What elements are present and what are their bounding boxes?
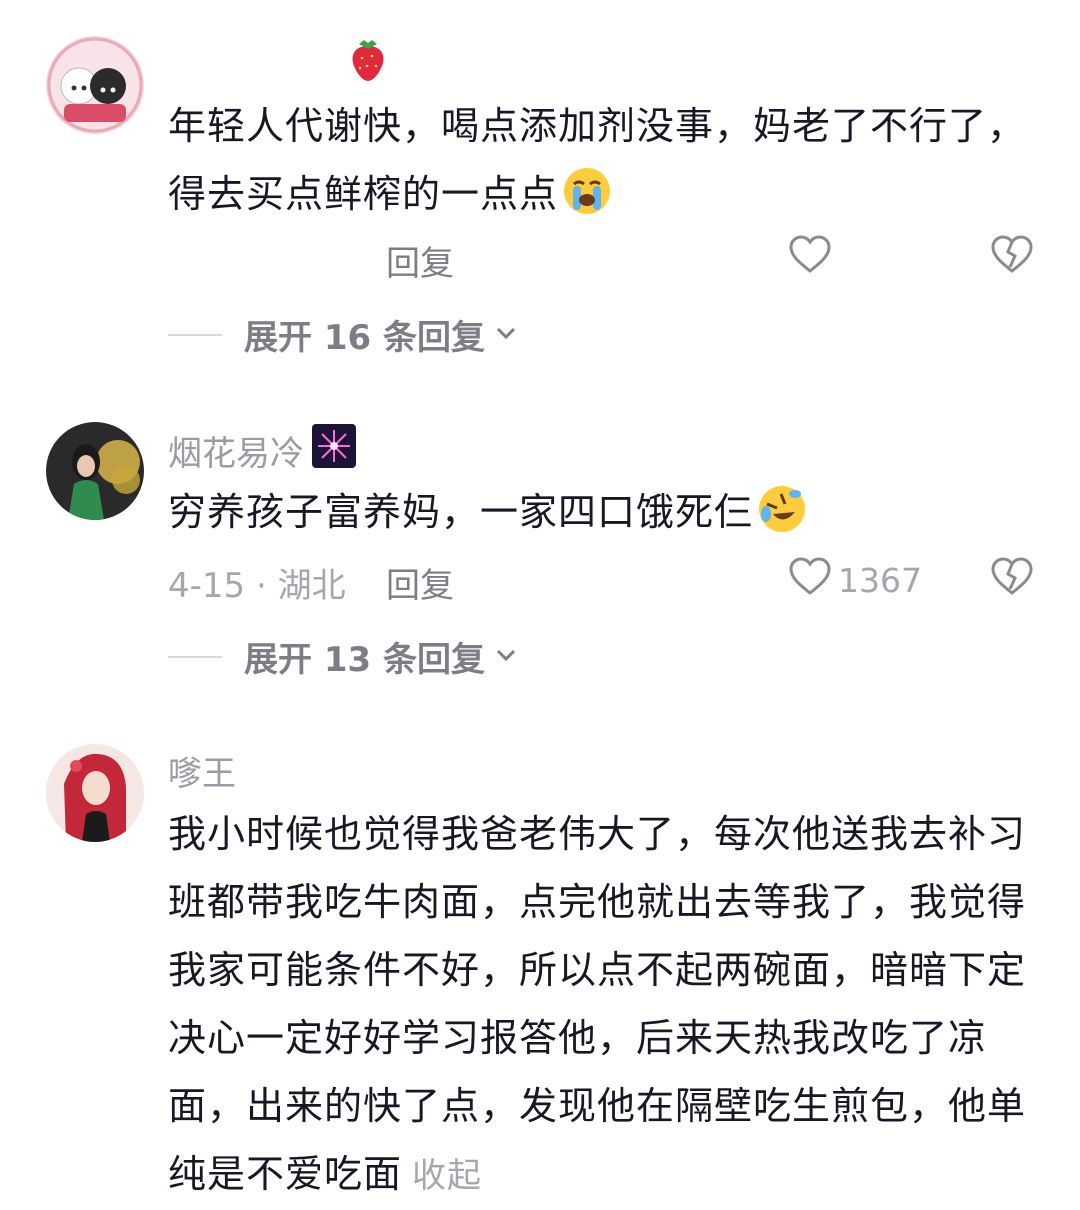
chevron-down-icon [495,325,517,345]
dislike-button[interactable] [990,556,1034,605]
comment-text: 我小时候也觉得我爸老伟大了，每次他送我去补习班都带我吃牛肉面，点完他就出去等我了… [168,800,1028,1210]
collapse-button[interactable]: 收起 [412,1156,482,1196]
username-text: 嗲王 [168,754,236,794]
dislike-button[interactable] [990,234,1034,283]
heart-outline-icon [788,556,832,605]
avatar[interactable] [46,36,144,134]
reply-button[interactable]: 回复 [386,558,454,607]
expand-replies-button[interactable]: 展开 16 条回复 [168,310,517,359]
comment-text-body: 穷养孩子富养妈，一家四口饿死仨 [168,490,754,534]
comment-date-location: 4-15 · 湖北 [168,566,346,606]
comment-text-body: 我小时候也觉得我爸老伟大了，每次他送我去补习班都带我吃牛肉面，点完他就出去等我了… [168,812,1027,1196]
heart-outline-icon [788,234,832,283]
like-button[interactable]: 1367 [788,556,922,605]
rolling-on-floor-laughing-face-icon [757,484,807,534]
expand-replies-label: 展开 16 条回复 [244,318,485,358]
username[interactable]: 烟花易冷 [168,424,356,477]
like-count: 1367 [838,561,922,600]
broken-heart-icon [990,557,1034,605]
avatar[interactable] [46,422,144,520]
avatar[interactable] [46,744,144,842]
expand-replies-label: 展开 13 条回复 [244,640,485,680]
comment-text: 穷养孩子富养妈，一家四口饿死仨 [168,478,1028,546]
comment-meta: 4-15 · 湖北 回复 1367 [168,556,1040,608]
username[interactable]: 嗲王 [168,746,236,795]
like-button[interactable] [788,234,838,283]
comment-text: 年轻人代谢快，喝点添加剂没事，妈老了不行了，得去买点鲜榨的一点点 [168,92,1028,228]
divider [168,655,222,658]
firework-icon [312,424,356,477]
strawberry-icon [348,36,388,86]
username-text: 烟花易冷 [168,434,304,474]
chevron-down-icon [495,647,517,667]
reply-button[interactable]: 回复 [386,236,454,285]
expand-replies-button[interactable]: 展开 13 条回复 [168,632,517,681]
divider [168,333,222,336]
broken-heart-icon [990,235,1034,283]
comment-meta: 回复 [168,234,1040,286]
loudly-crying-face-icon [562,166,612,216]
